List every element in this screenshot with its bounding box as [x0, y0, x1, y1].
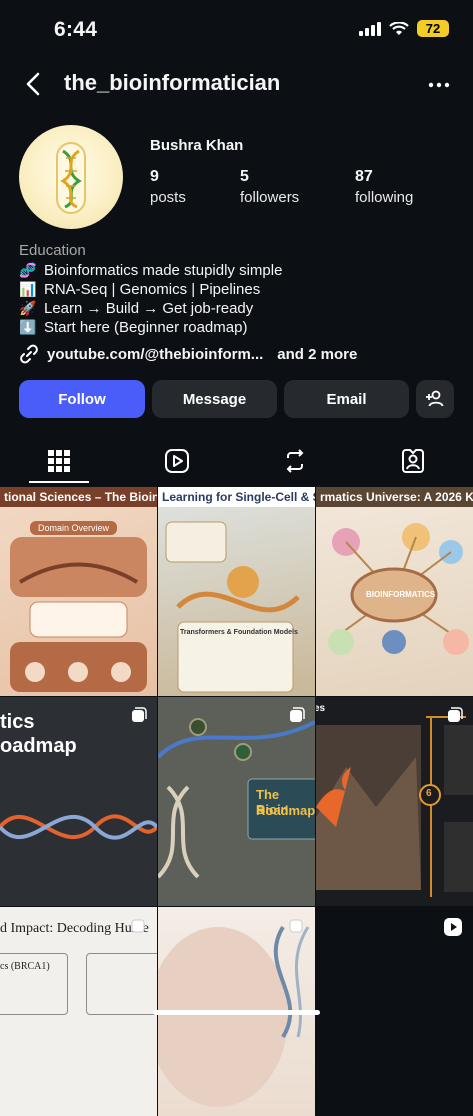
home-indicator — [153, 1010, 320, 1015]
post-subtitle: cs (BRCA1) — [0, 961, 50, 972]
email-button[interactable]: Email — [284, 380, 409, 418]
bio-line: 🚀 Learn → Build → Get job-ready — [19, 300, 253, 317]
profile-link[interactable]: youtube.com/@thebioinform... and 2 more — [19, 344, 357, 364]
display-name: Bushra Khan — [150, 137, 244, 154]
message-button[interactable]: Message — [152, 380, 277, 418]
profile-username: the_bioinformatician — [64, 70, 281, 95]
tagged-person-icon — [402, 449, 424, 473]
down-arrow-emoji: ⬇️ — [19, 319, 37, 335]
posts-count: 9 — [150, 168, 159, 185]
followers-label: followers — [240, 189, 300, 206]
bio-line: ⬇️ Start here (Beginner roadmap) — [19, 319, 247, 336]
post-title: d Impact: Decoding Hume — [0, 921, 149, 936]
dna-illustration — [0, 814, 157, 840]
post-subtitle: Transformers & Foundation Models — [180, 629, 298, 636]
grid-icon — [48, 450, 70, 472]
post-tile[interactable]: d Impact: Decoding Hume cs (BRCA1) — [0, 907, 157, 1116]
add-user-button[interactable] — [416, 380, 454, 418]
link-more[interactable]: and 2 more — [277, 346, 357, 363]
carousel-icon — [131, 919, 145, 933]
rocket-emoji: 🚀 — [19, 300, 37, 316]
carousel-icon — [448, 707, 463, 722]
follow-button[interactable]: Follow — [19, 380, 145, 418]
bio-text: RNA-Seq | Genomics | Pipelines — [44, 281, 261, 298]
volcano-illustration — [316, 716, 473, 897]
post-subtitle: Roadmap — [256, 803, 315, 818]
reels-icon — [165, 449, 189, 473]
bio-line: 🧬 Bioinformatics made stupidly simple — [19, 262, 282, 279]
following-stat[interactable]: 87 following — [355, 168, 413, 206]
bio-text: Bioinformatics made stupidly simple — [44, 262, 283, 279]
chart-emoji: 📊 — [19, 281, 37, 297]
posts-stat[interactable]: 9 posts — [150, 168, 186, 206]
post-tile[interactable]: es 6 — [316, 697, 473, 906]
tab-tagged[interactable] — [354, 440, 472, 482]
post-tile[interactable]: The Bioin Roadmap — [158, 697, 315, 906]
posts-label: posts — [150, 189, 186, 206]
status-time: 6:44 — [54, 18, 98, 41]
carousel-icon — [132, 707, 147, 722]
active-tab-indicator — [29, 481, 89, 483]
signal-icon — [359, 21, 381, 36]
add-user-icon — [426, 390, 444, 407]
bio-text: Start here (Beginner roadmap) — [44, 319, 248, 336]
battery-level: 72 — [417, 20, 449, 37]
post-tile[interactable] — [316, 907, 473, 1116]
carousel-icon — [289, 919, 303, 933]
back-arrow-icon[interactable] — [20, 70, 48, 98]
post-tile[interactable]: tics oadmap — [0, 697, 157, 906]
tab-reels[interactable] — [118, 440, 236, 482]
link-icon — [20, 344, 38, 364]
followers-count: 5 — [240, 168, 249, 185]
following-count: 87 — [355, 168, 373, 185]
dna-capsule-icon — [56, 142, 86, 214]
post-subtitle: 6 — [426, 788, 432, 799]
profile-category: Education — [19, 242, 86, 259]
bio-line: 📊 RNA-Seq | Genomics | Pipelines — [19, 281, 260, 298]
tab-grid[interactable] — [0, 440, 118, 482]
post-tile[interactable]: rmatics Universe: A 2026 Kno BIOINFORMAT… — [316, 487, 473, 696]
repost-icon — [286, 449, 304, 473]
illustration — [165, 521, 300, 693]
dna-emoji: 🧬 — [19, 262, 37, 278]
more-options-icon[interactable] — [427, 73, 451, 97]
post-subtitle: BIOINFORMATICS — [366, 590, 436, 599]
illustration — [10, 537, 147, 692]
post-tile[interactable]: Learning for Single-Cell & Spa Transform… — [158, 487, 315, 696]
reel-icon — [444, 918, 462, 936]
bio-text: Learn → Build → Get job-ready — [44, 300, 254, 317]
followers-stat[interactable]: 5 followers — [240, 168, 299, 206]
carousel-icon — [290, 707, 305, 722]
post-tile[interactable]: tional Sciences – The Bioinf Domain Over… — [0, 487, 157, 696]
link-text[interactable]: youtube.com/@thebioinform... — [47, 346, 263, 363]
avatar[interactable] — [19, 125, 123, 229]
wifi-icon — [389, 21, 409, 35]
status-icons: 72 — [359, 20, 449, 37]
following-label: following — [355, 189, 414, 206]
tab-reposts[interactable] — [236, 440, 354, 482]
